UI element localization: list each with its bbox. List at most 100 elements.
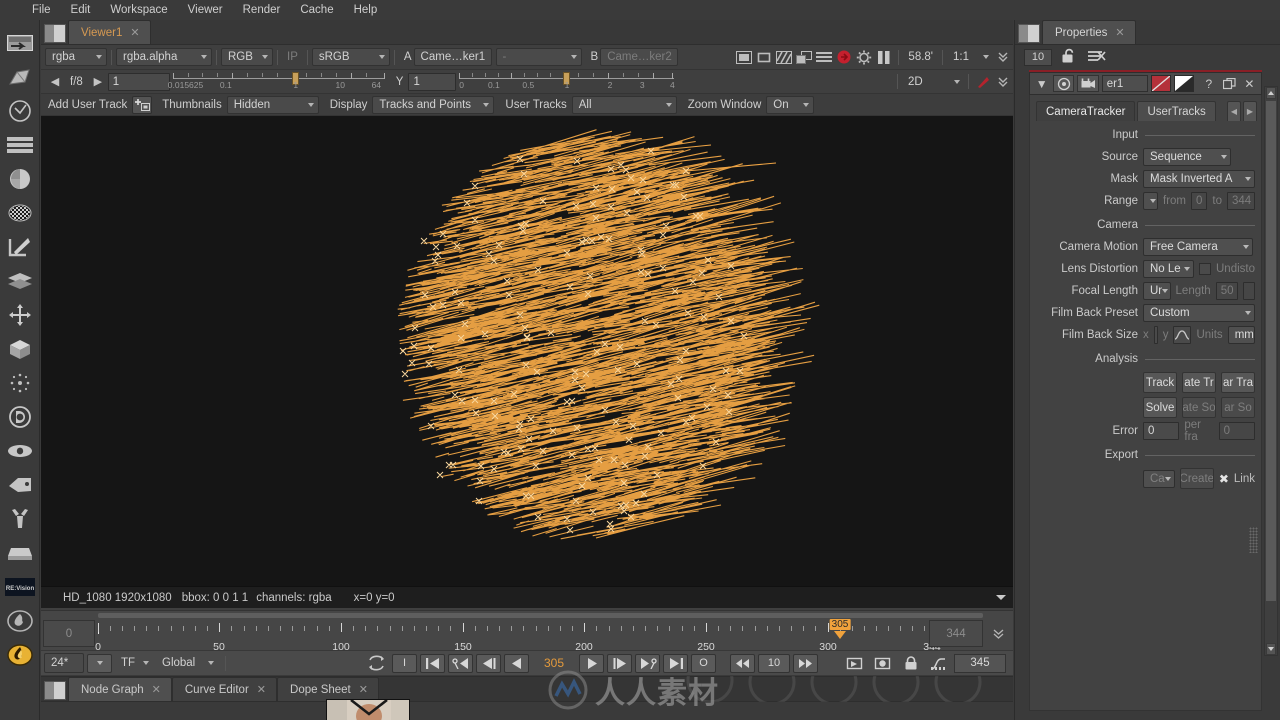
tab-node-graph[interactable]: Node Graph ✕ — [68, 677, 172, 701]
merge-icon[interactable] — [4, 265, 36, 297]
film-back-x-field[interactable] — [1153, 326, 1158, 344]
length-extra-field[interactable] — [1242, 282, 1255, 300]
ip-toggle[interactable]: IP — [282, 51, 303, 63]
gamma-slider[interactable]: 0 0.1 0.5 1 2 3 4 — [459, 71, 675, 93]
clear-all-icon[interactable] — [1087, 49, 1106, 66]
insert-key-button[interactable]: I — [392, 653, 417, 673]
units-select[interactable]: mm — [1227, 326, 1255, 344]
keyer-icon[interactable] — [4, 231, 36, 263]
draw-icon[interactable] — [4, 61, 36, 93]
menu-item-render[interactable]: Render — [233, 0, 291, 20]
export-type-select[interactable]: Ca — [1143, 469, 1175, 488]
gain-slider[interactable]: 0.015625 0.1 1 10 64 — [168, 71, 385, 93]
range-to-field[interactable]: 344 — [1227, 192, 1255, 210]
pause-render-icon[interactable] — [834, 48, 854, 66]
play-forward-button[interactable] — [579, 653, 604, 673]
clear-solve-button[interactable]: ar So — [1221, 397, 1255, 418]
timeline-expand-icon[interactable] — [992, 627, 1005, 643]
increment-back-button[interactable] — [730, 653, 755, 673]
film-back-preset-select[interactable]: Custom — [1143, 304, 1255, 322]
paint-cursor-icon[interactable] — [973, 73, 993, 91]
wrench-icon[interactable] — [4, 503, 36, 535]
wipe-mode-select[interactable]: - — [495, 48, 582, 66]
frame-increment-field[interactable]: 10 — [758, 653, 790, 673]
lens-distortion-select[interactable]: No Le — [1143, 260, 1194, 278]
node-color-swatch-b[interactable] — [1174, 75, 1195, 92]
range-mode-select[interactable] — [1143, 192, 1158, 210]
update-solve-button[interactable]: ate So — [1182, 397, 1216, 418]
time-icon[interactable] — [4, 95, 36, 127]
input-a-select[interactable]: Came…ker1 — [413, 48, 492, 66]
thumbnails-select[interactable]: Hidden — [226, 95, 319, 114]
next-keyframe-button[interactable] — [635, 653, 660, 673]
timeline-start-field[interactable]: 0 — [43, 620, 95, 647]
deep-icon[interactable] — [4, 401, 36, 433]
zoom-level[interactable]: 58.8' — [903, 51, 938, 63]
node-thumbnail[interactable] — [326, 699, 410, 720]
close-icon[interactable]: ✕ — [130, 26, 139, 39]
properties-scrollbar[interactable] — [1264, 86, 1278, 656]
close-icon[interactable]: ✕ — [257, 683, 266, 696]
update-track-button[interactable]: ate Tr — [1182, 372, 1216, 393]
key-curve-icon[interactable] — [926, 654, 951, 673]
timecode-mode-select[interactable]: TF — [115, 654, 153, 672]
camera-icon[interactable] — [1077, 75, 1099, 92]
panel-resize-grip[interactable] — [1249, 527, 1258, 553]
drawer-icon[interactable] — [4, 537, 36, 569]
float-panel-icon[interactable] — [1220, 75, 1237, 92]
filter-icon[interactable] — [4, 197, 36, 229]
tab-dope-sheet[interactable]: Dope Sheet ✕ — [277, 677, 379, 701]
color-icon[interactable] — [4, 163, 36, 195]
close-icon[interactable]: ✕ — [1115, 26, 1124, 39]
display-select[interactable]: Tracks and Points — [372, 95, 495, 114]
focal-length-mode-select[interactable]: Ur — [1143, 282, 1171, 300]
menu-item-viewer[interactable]: Viewer — [178, 0, 233, 20]
tab-viewer1[interactable]: Viewer1 ✕ — [68, 20, 151, 44]
viewer-mode-select[interactable]: 2D — [902, 73, 964, 91]
node-preview-icon[interactable] — [1053, 75, 1075, 92]
fps-dropdown-button[interactable] — [87, 653, 112, 673]
goto-end-button[interactable] — [663, 653, 688, 673]
panel-grip[interactable] — [44, 681, 66, 700]
fit-to-window-icon[interactable] — [734, 48, 754, 66]
zoom-preset-select[interactable]: 1:1 — [947, 48, 993, 66]
loop-button[interactable]: O — [691, 653, 716, 673]
gain-prev-button[interactable]: ◀ — [45, 73, 65, 91]
animation-curve-icon[interactable] — [1173, 326, 1192, 344]
viewer-canvas[interactable] — [41, 116, 1013, 586]
revision-icon[interactable]: RE:Vision — [4, 571, 36, 603]
error-per-frame-field[interactable]: 0 — [1218, 422, 1255, 440]
cube-icon[interactable] — [4, 333, 36, 365]
max-panels-field[interactable]: 10 — [1024, 48, 1052, 66]
lock-range-icon[interactable] — [898, 654, 923, 673]
chevron-down-icon[interactable] — [996, 595, 1006, 600]
transform-icon[interactable] — [4, 299, 36, 331]
prev-keyframe-button[interactable] — [448, 653, 473, 673]
gain-value-field[interactable]: 1 — [107, 72, 170, 91]
undistort-checkbox[interactable] — [1199, 263, 1211, 275]
menu-item-edit[interactable]: Edit — [61, 0, 101, 20]
help-icon[interactable]: ? — [1200, 75, 1217, 92]
error-field[interactable]: 0 — [1143, 422, 1180, 440]
stereo-icon[interactable] — [874, 48, 894, 66]
play-backward-button[interactable] — [504, 653, 529, 673]
gamma-value-field[interactable]: 1 — [408, 72, 457, 91]
add-user-track-button[interactable] — [132, 95, 153, 114]
link-checkbox[interactable]: ✖ — [1219, 472, 1229, 486]
length-field[interactable]: 50 — [1215, 282, 1238, 300]
source-select[interactable]: Sequence — [1143, 148, 1231, 166]
mask-select[interactable]: Mask Inverted A — [1143, 170, 1255, 188]
image-icon[interactable] — [4, 27, 36, 59]
scroll-up-button[interactable] — [1266, 87, 1276, 99]
zoom-window-select[interactable]: On — [766, 95, 815, 114]
node-name-field[interactable]: er1 — [1101, 75, 1149, 92]
panel-grip[interactable] — [44, 24, 66, 43]
tab-scroll-right-button[interactable]: ▶ — [1243, 101, 1257, 121]
timeline-scrollbar[interactable] — [98, 613, 983, 618]
camera-motion-select[interactable]: Free Camera — [1143, 238, 1253, 256]
playback-range-button[interactable] — [842, 654, 867, 673]
total-frames-field[interactable]: 345 — [954, 653, 1006, 673]
menu-item-cache[interactable]: Cache — [290, 0, 343, 20]
timeline-ruler[interactable]: 0 50 100 150 200 250 300 344 305 — [95, 619, 941, 653]
channel-select[interactable]: rgba.alpha — [116, 48, 212, 66]
